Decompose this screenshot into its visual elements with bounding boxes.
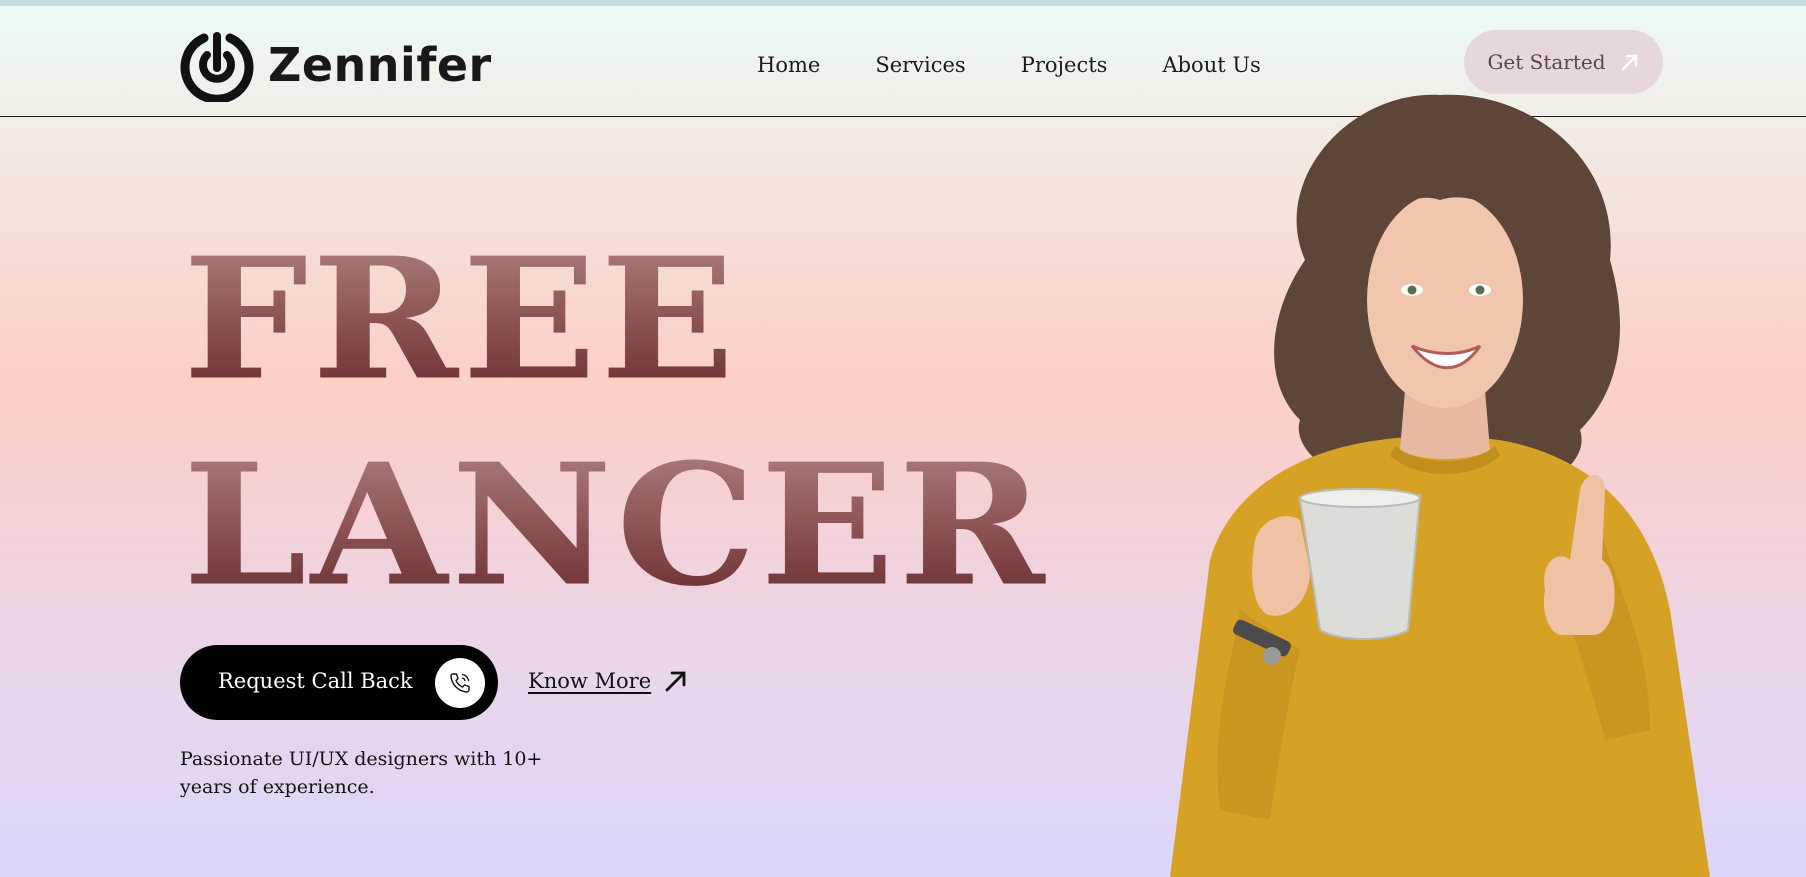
know-more-link[interactable]: Know More — [528, 668, 689, 694]
nav-projects[interactable]: Projects — [1021, 53, 1108, 77]
get-started-label: Get Started — [1487, 50, 1606, 74]
target-logo-icon — [180, 32, 254, 102]
arrow-up-right-icon — [1621, 54, 1637, 71]
get-started-button[interactable]: Get Started — [1464, 30, 1663, 94]
nav-about-us[interactable]: About Us — [1162, 53, 1260, 77]
brand-logo[interactable]: Zennifer — [180, 28, 492, 102]
nav-home[interactable]: Home — [757, 53, 820, 77]
hero-headline-line-1: FREE — [183, 220, 739, 418]
phone-call-icon — [435, 658, 485, 708]
hero-headline-line-2: LANCER — [183, 426, 1049, 624]
arrow-up-right-icon — [665, 671, 686, 692]
request-call-back-label: Request Call Back — [218, 669, 413, 693]
hero-description: Passionate UI/UX designers with 10+ year… — [180, 748, 543, 798]
hero-portrait-image — [1170, 94, 1710, 877]
nav-services[interactable]: Services — [875, 53, 965, 77]
main-nav: Home Services Projects About Us — [757, 53, 1261, 77]
request-call-back-button[interactable]: Request Call Back — [180, 645, 498, 720]
know-more-label: Know More — [528, 669, 652, 693]
brand-name: Zennifer — [268, 38, 492, 92]
